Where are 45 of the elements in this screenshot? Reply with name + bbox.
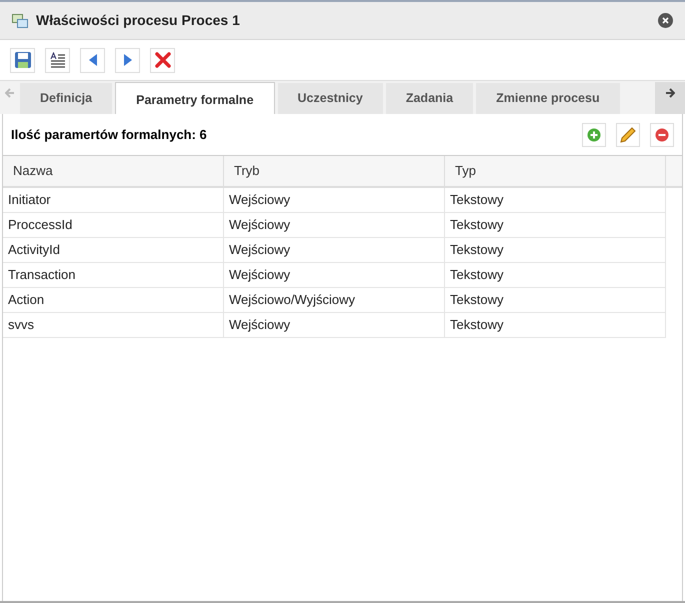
table-cell: Tekstowy <box>445 213 666 238</box>
left-triangle-icon <box>88 53 98 67</box>
table-cell: Initiator <box>3 188 224 213</box>
action-button[interactable] <box>582 122 606 146</box>
plus-icon <box>587 128 601 142</box>
tab[interactable]: Zadania <box>386 83 474 114</box>
table-cell: Wejściowy <box>224 213 445 238</box>
table-cell: Transaction <box>3 263 224 288</box>
left-arrow-icon <box>5 88 15 98</box>
table-cell: ActivityId <box>3 238 224 263</box>
tab[interactable]: Zmienne procesu <box>476 83 620 114</box>
table-cell: Tekstowy <box>445 313 666 338</box>
table-cell: Tekstowy <box>445 263 666 288</box>
table-cell: Wejściowy <box>224 313 445 338</box>
parameter-count: Ilość paramertów formalnych: 6 <box>11 126 208 144</box>
right-arrow-icon <box>665 88 675 98</box>
minus-icon <box>655 128 669 142</box>
tab[interactable]: Uczestnicy <box>278 83 383 114</box>
close-button[interactable] <box>658 13 673 28</box>
table-cell: Action <box>3 288 224 313</box>
table-cell: Wejściowy <box>224 188 445 213</box>
window-title: Właściwości procesu Proces 1 <box>36 11 241 30</box>
close-icon <box>662 17 669 24</box>
table-cell: Wejściowy <box>224 263 445 288</box>
table-cell: Wejściowo/Wyjściowy <box>224 288 445 313</box>
action-button[interactable] <box>616 122 640 146</box>
tab[interactable]: Definicja <box>20 83 112 114</box>
table-cell: Tekstowy <box>445 238 666 263</box>
right-triangle-icon <box>122 53 132 67</box>
table-cell: Tekstowy <box>445 288 666 313</box>
pencil-icon <box>620 126 636 142</box>
table-cell: svvs <box>3 313 224 338</box>
action-button[interactable] <box>650 122 674 146</box>
toolbar-button[interactable] <box>45 48 70 72</box>
delete-icon <box>154 52 170 68</box>
table-cell: Tekstowy <box>445 188 666 213</box>
column-header[interactable]: Nazwa <box>3 156 224 186</box>
tab[interactable]: Parametry formalne <box>115 82 275 114</box>
text-align-icon <box>50 52 66 68</box>
scroll-right-button[interactable] <box>655 82 685 114</box>
table-cell: Wejściowy <box>224 238 445 263</box>
column-header[interactable]: Typ <box>445 156 666 186</box>
windows-icon <box>12 14 28 28</box>
column-header[interactable]: Tryb <box>224 156 445 186</box>
table-cell: ProccessId <box>3 213 224 238</box>
